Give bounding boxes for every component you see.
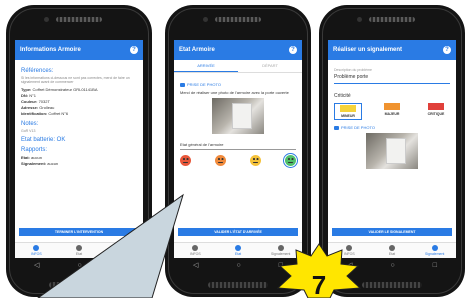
step-number: 7: [312, 270, 326, 298]
callout-wedge: [37, 193, 184, 298]
step-badge: 7: [276, 243, 362, 298]
callout-shape: [37, 193, 184, 298]
